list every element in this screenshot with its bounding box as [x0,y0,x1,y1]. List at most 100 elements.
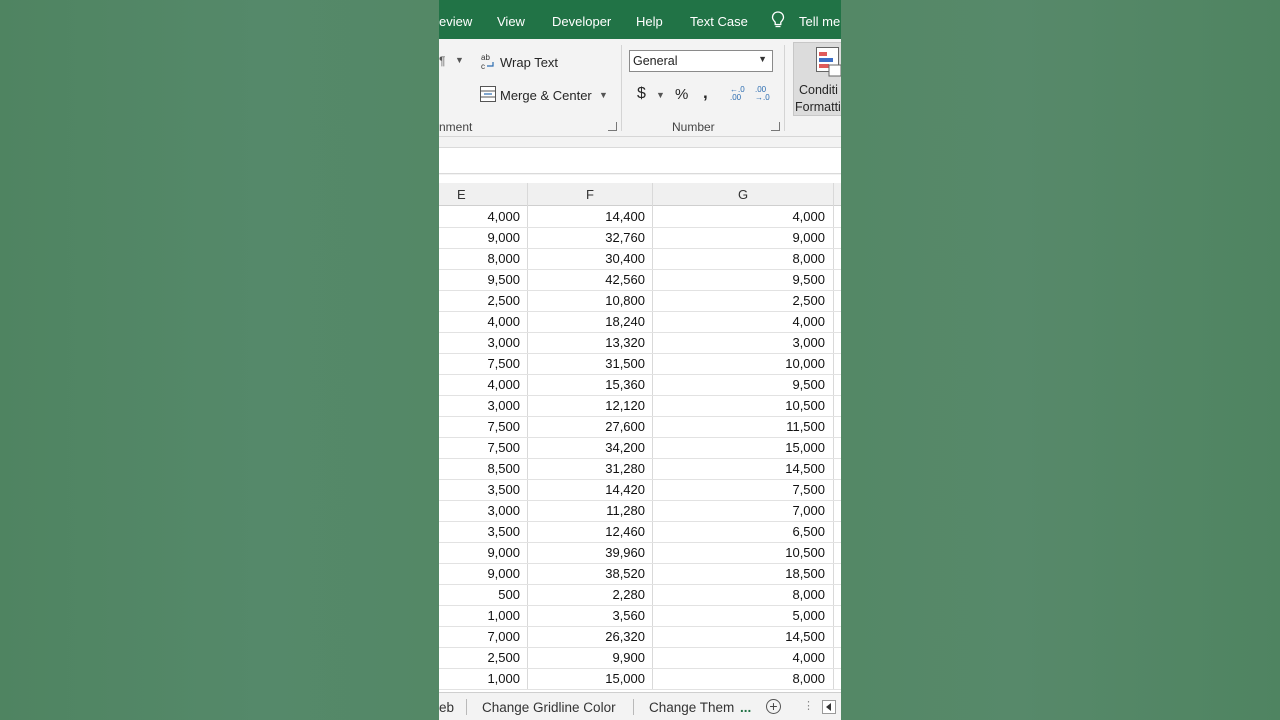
cell[interactable]: 11,500 [653,419,825,434]
cell[interactable]: 8,000 [439,251,520,266]
cell[interactable]: 12,460 [527,524,645,539]
cell[interactable]: 1,000 [439,671,520,686]
cell[interactable]: 15,360 [527,377,645,392]
cell[interactable]: 13,320 [527,335,645,350]
tab-developer[interactable]: Developer [552,14,611,29]
cell[interactable]: 4,000 [439,314,520,329]
comma-style-button[interactable]: , [703,83,708,103]
cell[interactable]: 3,500 [439,482,520,497]
cell[interactable]: 9,500 [653,377,825,392]
cell[interactable]: 11,280 [527,503,645,518]
cell[interactable]: 4,000 [439,377,520,392]
increase-decimal-button[interactable]: ←.0 .00 [730,86,748,102]
decrease-decimal-button[interactable]: .00 →.0 [755,86,773,102]
tab-text-case[interactable]: Text Case [690,14,748,29]
merge-center-button[interactable]: Merge & Center [500,88,592,103]
cell[interactable]: 2,500 [439,293,520,308]
chevron-down-icon[interactable]: ▼ [455,55,464,65]
cell[interactable]: 3,500 [439,524,520,539]
scroll-left-icon[interactable] [822,700,836,714]
cell[interactable]: 2,500 [653,293,825,308]
cell[interactable]: 4,000 [653,209,825,224]
conditional-formatting-button[interactable]: Conditi Formatti [793,42,841,116]
cell[interactable]: 10,500 [653,398,825,413]
chevron-down-icon[interactable]: ▼ [599,90,608,100]
cell[interactable]: 3,000 [653,335,825,350]
cell[interactable]: 15,000 [653,440,825,455]
cell[interactable]: 9,000 [653,230,825,245]
column-header-f[interactable]: F [586,187,594,202]
column-header-e[interactable]: E [457,187,466,202]
cell[interactable]: 9,000 [439,566,520,581]
paragraph-mark-button[interactable]: ¶ [439,54,445,68]
dialog-launcher-icon[interactable] [608,122,617,131]
cell[interactable]: 12,120 [527,398,645,413]
tab-review[interactable]: eview [439,14,472,29]
cell[interactable]: 8,500 [439,461,520,476]
cell[interactable]: 5,000 [653,608,825,623]
cell[interactable]: 7,000 [439,629,520,644]
cell[interactable]: 9,900 [527,650,645,665]
cell[interactable]: 8,000 [653,671,825,686]
cell[interactable]: 9,000 [439,545,520,560]
cell[interactable]: 2,500 [439,650,520,665]
sheet-tab-change-gridline-color[interactable]: Change Gridline Color [482,700,616,715]
cell[interactable]: 6,500 [653,524,825,539]
cell[interactable]: 31,280 [527,461,645,476]
cell[interactable]: 14,420 [527,482,645,497]
cell[interactable]: 27,600 [527,419,645,434]
tab-help[interactable]: Help [636,14,663,29]
cell[interactable]: 42,560 [527,272,645,287]
cell[interactable]: 9,500 [439,272,520,287]
cell[interactable]: 34,200 [527,440,645,455]
sheet-tab-change-theme[interactable]: Change Them [649,700,734,715]
cell[interactable]: 26,320 [527,629,645,644]
wrap-text-button[interactable]: Wrap Text [500,55,558,70]
cell[interactable]: 15,000 [527,671,645,686]
tell-me-search[interactable]: Tell me [799,14,840,29]
cell[interactable]: 8,000 [653,251,825,266]
cell[interactable]: 39,960 [527,545,645,560]
cell[interactable]: 18,500 [653,566,825,581]
cell[interactable]: 18,240 [527,314,645,329]
cell[interactable]: 7,500 [439,419,520,434]
number-format-dropdown[interactable]: General ▼ [629,50,773,72]
chevron-down-icon[interactable]: ▼ [656,90,665,100]
cell[interactable]: 7,500 [439,440,520,455]
tab-view[interactable]: View [497,14,525,29]
cell[interactable]: 9,000 [439,230,520,245]
cell[interactable]: 10,000 [653,356,825,371]
more-sheets-button[interactable]: ... [740,700,751,715]
cell[interactable]: 31,500 [527,356,645,371]
cell[interactable]: 3,000 [439,398,520,413]
cell[interactable]: 30,400 [527,251,645,266]
cell[interactable]: 4,000 [653,650,825,665]
cell[interactable]: 3,000 [439,335,520,350]
percent-button[interactable]: % [675,86,688,103]
currency-button[interactable]: $ [637,85,646,103]
cell[interactable]: 10,500 [653,545,825,560]
dialog-launcher-icon[interactable] [771,122,780,131]
cell[interactable]: 38,520 [527,566,645,581]
cell[interactable]: 1,000 [439,608,520,623]
cell[interactable]: 500 [439,587,520,602]
cell[interactable]: 14,500 [653,461,825,476]
cell[interactable]: 7,000 [653,503,825,518]
cell[interactable]: 14,500 [653,629,825,644]
cell[interactable]: 3,560 [527,608,645,623]
add-sheet-icon[interactable]: + [766,699,781,714]
cell[interactable]: 7,500 [653,482,825,497]
cell[interactable]: 14,400 [527,209,645,224]
cell[interactable]: 2,280 [527,587,645,602]
cell[interactable]: 3,000 [439,503,520,518]
cell[interactable]: 9,500 [653,272,825,287]
formula-input[interactable] [439,147,841,174]
column-header-g[interactable]: G [738,187,748,202]
sheet-tab[interactable]: eb [439,700,454,715]
cell[interactable]: 32,760 [527,230,645,245]
cell[interactable]: 7,500 [439,356,520,371]
cell[interactable]: 4,000 [653,314,825,329]
cell[interactable]: 8,000 [653,587,825,602]
cell[interactable]: 4,000 [439,209,520,224]
cell[interactable]: 10,800 [527,293,645,308]
